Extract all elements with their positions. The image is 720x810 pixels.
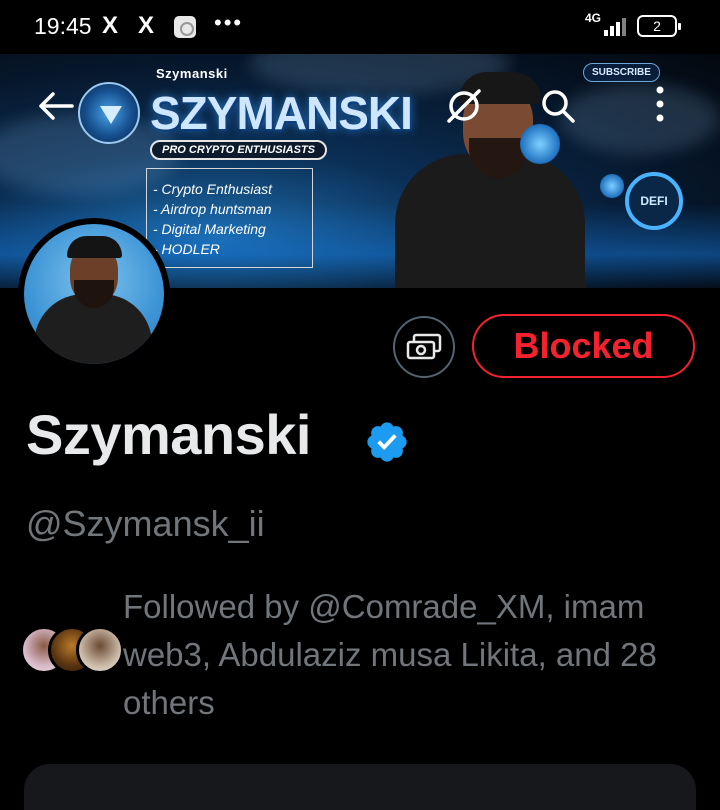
- more-vertical-icon: [656, 86, 664, 122]
- x-app-icon: X: [102, 12, 119, 39]
- battery-level: 2: [653, 18, 661, 34]
- followed-by-text[interactable]: Followed by @Comrade_XM, imam web3, Abdu…: [123, 583, 703, 727]
- search-icon: [542, 90, 575, 123]
- display-name: Szymanski: [26, 403, 312, 466]
- arrow-left-icon: [39, 92, 74, 120]
- grok-icon: [447, 89, 481, 123]
- banner-list-item: - Airdrop huntsman: [153, 201, 272, 217]
- status-bar: 19:45 X X ••• 4G 2: [0, 0, 720, 54]
- banner-list-item: - Digital Marketing: [153, 221, 266, 237]
- money-icon: [406, 333, 442, 360]
- more-options-button[interactable]: [640, 84, 680, 124]
- verified-badge-icon: [367, 422, 407, 462]
- x-app-icon: X: [138, 12, 155, 39]
- user-handle: @Szymansk_ii: [26, 503, 265, 544]
- banner-logo: [78, 82, 140, 144]
- grok-button[interactable]: [444, 86, 484, 126]
- defi-badge: DEFI: [625, 172, 683, 230]
- banner-tagline: PRO CRYPTO ENTHUSIASTS: [150, 140, 328, 160]
- battery-icon: 2: [637, 15, 681, 37]
- banner-list-item: - HODLER: [153, 241, 220, 257]
- profile-avatar[interactable]: [18, 218, 170, 370]
- follower-avatar: [76, 626, 124, 674]
- crypto-coin-image: [600, 174, 624, 198]
- banner-small-title: Szymanski: [156, 66, 228, 81]
- avatar-image: [24, 224, 164, 364]
- signal-icon: [604, 16, 628, 36]
- banner-list-item: - Crypto Enthusiast: [153, 181, 273, 197]
- followers-you-know-avatars[interactable]: [20, 626, 124, 676]
- banner-title: SZYMANSKI: [150, 87, 413, 139]
- app-notification-icon: [174, 16, 196, 38]
- network-type: 4G: [585, 11, 602, 25]
- more-notifications-icon: •••: [214, 10, 244, 35]
- search-button[interactable]: [538, 86, 578, 126]
- crypto-coin-image: [520, 124, 560, 164]
- back-button[interactable]: [36, 86, 76, 126]
- clock: 19:45: [34, 13, 92, 39]
- blocked-button[interactable]: Blocked: [472, 314, 695, 378]
- bottom-card: [24, 764, 696, 810]
- banner-list: - Crypto Enthusiast - Airdrop huntsman -…: [146, 168, 313, 268]
- tips-button[interactable]: [393, 316, 455, 378]
